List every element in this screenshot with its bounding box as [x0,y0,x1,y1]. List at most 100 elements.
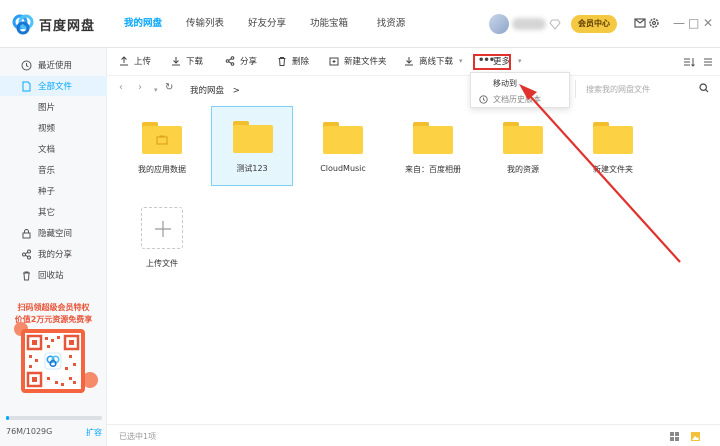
vip-center-button[interactable]: 会员中心 [571,15,617,33]
tab-my-netdisk[interactable]: 我的网盘 [112,0,174,48]
folder-icon [142,122,182,154]
folder-name: CloudMusic [320,164,366,173]
tab-find-resources[interactable]: 找资源 [360,0,422,48]
chevron-down-icon[interactable]: ▾ [154,85,158,95]
close-icon[interactable]: ✕ [703,16,713,30]
chevron-down-icon[interactable]: ▾ [518,57,522,65]
main-nav: 我的网盘 传输列表 好友分享 功能宝箱 找资源 [112,0,422,48]
upload-file-label: 上传文件 [146,259,178,268]
storage-usage-fill [6,416,9,420]
new-folder-label: 新建文件夹 [344,57,387,67]
delete-button[interactable]: 删除 [277,55,309,67]
folder-item[interactable]: 我的资源 [482,108,564,188]
username-blurred[interactable] [512,18,546,30]
breadcrumb[interactable]: 我的网盘 > [190,84,240,96]
sidebar-item-label: 我的分享 [38,250,73,260]
diamond-icon [549,19,561,30]
folder-item[interactable]: CloudMusic [302,108,384,188]
sort-icon[interactable] [683,57,695,67]
grid-view-icon[interactable] [669,431,680,442]
folder-item-selected[interactable]: 测试123 [211,106,293,186]
folder-icon [593,122,633,154]
folder-name: 我的应用数据 [138,165,186,174]
sidebar: 最近使用 全部文件 图片 视频 文档 音乐 种子 其它 隐藏空间 我的分享 回收… [0,48,107,446]
trash-icon [278,57,286,66]
sidebar-item-videos[interactable]: 视频 [0,118,107,138]
sidebar-item-label: 隐藏空间 [38,229,73,239]
upload-button[interactable]: 上传 [119,55,151,67]
list-view-icon[interactable] [703,57,713,67]
storage-usage-bar [6,416,102,420]
clock-icon [21,60,32,70]
status-bar: 已选中1项 [107,424,720,446]
download-label: 下载 [186,57,204,67]
offline-download-label: 离线下载 [419,57,454,67]
upload-label: 上传 [134,57,152,67]
share-icon [22,249,31,259]
search-icon[interactable] [699,83,709,93]
folder-icon [323,122,363,154]
new-folder-icon [329,57,339,66]
folder-item[interactable]: 我的应用数据 [121,108,203,188]
back-icon[interactable]: ‹ [119,83,123,93]
forward-icon[interactable]: › [138,83,142,93]
clock-icon [479,94,488,104]
sidebar-item-label: 回收站 [38,271,64,281]
share-button[interactable]: 分享 [225,55,257,67]
sidebar-item-my-shares[interactable]: 我的分享 [0,244,107,264]
avatar[interactable] [489,14,509,34]
maximize-icon[interactable]: □ [688,16,699,30]
folder-item[interactable]: 新建文件夹 [572,108,654,188]
tab-transfer-list[interactable]: 传输列表 [174,0,236,48]
folder-icon [413,122,453,154]
thumbnail-view-icon[interactable] [690,431,701,442]
refresh-icon[interactable]: ↻ [165,83,173,93]
offline-download-button[interactable]: 离线下载 [404,55,453,67]
toolbar: 上传 下载 分享 删除 新建文件夹 离线下载 ▾ ••• 更多 ▾ [107,48,720,76]
upload-file-tile[interactable] [141,207,183,249]
app-title: 百度网盘 [39,18,96,34]
minimize-icon[interactable]: — [673,16,685,30]
search-input[interactable]: 搜索我的网盘文件 [586,84,650,95]
promo-qr-code[interactable] [21,329,85,393]
path-bar: ‹ › ▾ ↻ 我的网盘 > 搜索我的网盘文件 [107,77,720,101]
sidebar-item-recent[interactable]: 最近使用 [0,55,107,75]
expand-storage-link[interactable]: 扩容 [86,427,102,438]
mail-icon[interactable] [634,17,646,29]
menu-item-doc-history[interactable]: 文档历史版本 [471,91,571,107]
folder-name: 来自：百度相册 [405,165,461,174]
sidebar-item-images[interactable]: 图片 [0,97,107,117]
chevron-down-icon[interactable]: ▾ [459,57,463,65]
folder-item[interactable]: 来自：百度相册 [392,108,474,188]
offline-download-icon [405,57,413,66]
sidebar-item-torrents[interactable]: 种子 [0,181,107,201]
sidebar-item-hidden-space[interactable]: 隐藏空间 [0,223,107,243]
folder-name: 新建文件夹 [593,165,633,174]
search-box[interactable]: 搜索我的网盘文件 [575,80,713,98]
more-highlight-box [473,54,511,70]
download-button[interactable]: 下载 [171,55,203,67]
sidebar-item-all-files[interactable]: 全部文件 [0,76,107,96]
breadcrumb-separator: > [232,86,240,96]
download-icon [172,57,180,66]
sidebar-item-music[interactable]: 音乐 [0,160,107,180]
plus-icon [155,221,171,237]
more-dropdown-menu: 移动到 文档历史版本 [470,72,570,108]
sidebar-item-documents[interactable]: 文档 [0,139,107,159]
tab-friend-share[interactable]: 好友分享 [236,0,298,48]
menu-item-label: 文档历史版本 [493,94,541,104]
selection-status: 已选中1项 [119,432,157,441]
menu-item-move-to[interactable]: 移动到 [471,75,571,91]
file-icon [22,81,31,91]
tab-toolbox[interactable]: 功能宝箱 [298,0,360,48]
share-label: 分享 [240,57,258,67]
breadcrumb-item[interactable]: 我的网盘 [190,86,224,96]
new-folder-button[interactable]: 新建文件夹 [329,55,387,67]
share-icon [225,56,235,66]
gear-icon[interactable] [648,17,660,29]
folder-name: 测试123 [236,164,268,173]
trash-icon [23,271,30,280]
sidebar-item-other[interactable]: 其它 [0,202,107,222]
sidebar-item-recycle-bin[interactable]: 回收站 [0,265,107,285]
storage-usage-text: 76M/1029G [6,427,53,436]
